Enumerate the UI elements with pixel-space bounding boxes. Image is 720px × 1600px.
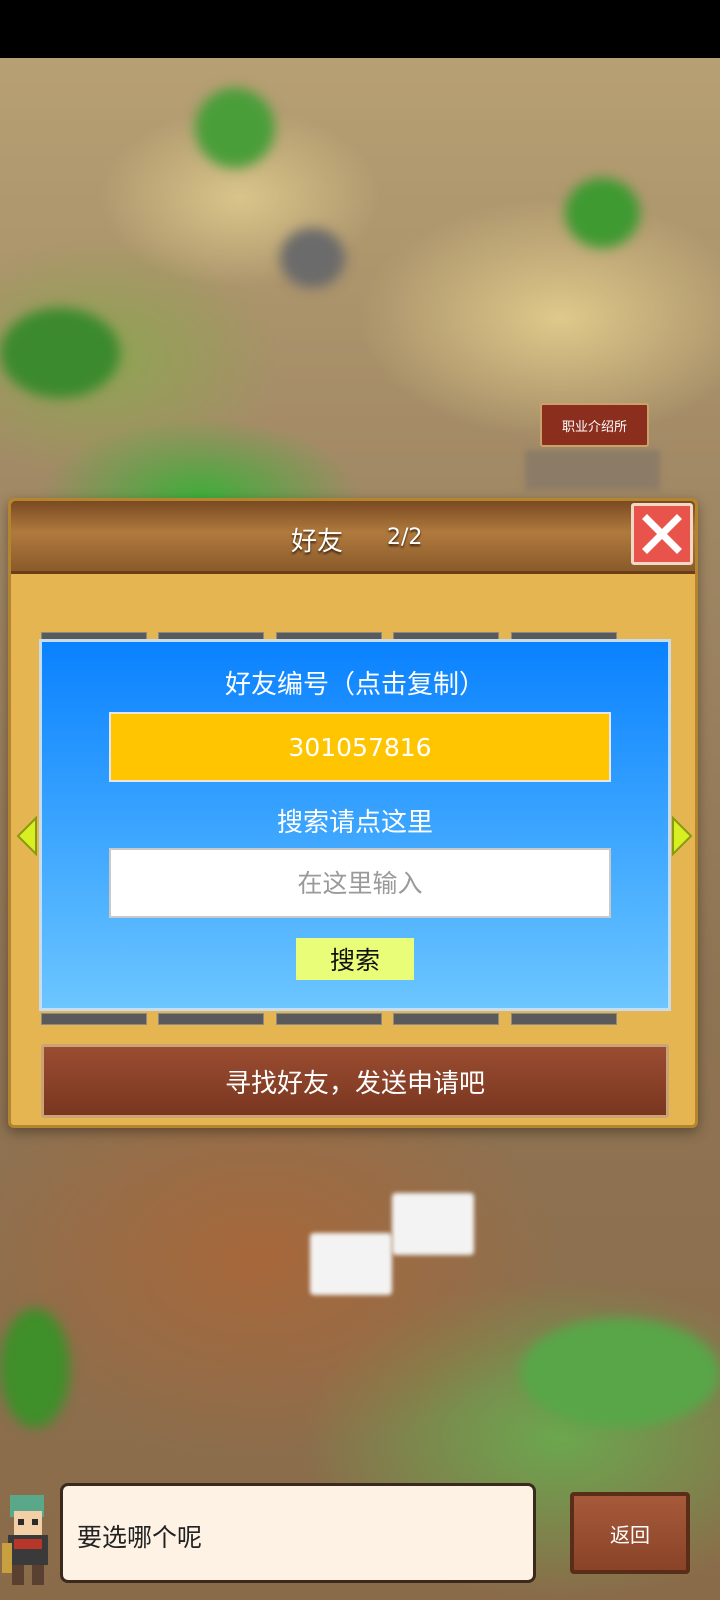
tree: [195, 88, 275, 168]
speech-bubble: 要选哪个呢: [60, 1483, 536, 1583]
field-marker: [310, 1233, 392, 1295]
friend-dialog: 好友 2/2 好友编号（点击复制） 301057816 搜索请点这里 搜索 寻找…: [8, 498, 698, 1128]
slot-row-bottom: [41, 1013, 673, 1025]
friend-slot: [158, 1013, 264, 1025]
job-office-sign: 职业介绍所: [540, 403, 649, 447]
dialog-header: 好友 2/2: [11, 501, 695, 574]
speech-text: 要选哪个呢: [77, 1523, 203, 1552]
friend-slot: [41, 1013, 147, 1025]
friend-slot: [276, 1013, 382, 1025]
field-marker: [392, 1193, 474, 1255]
dialog-title: 好友: [291, 527, 344, 557]
find-friends-button[interactable]: 寻找好友，发送申请吧: [41, 1044, 669, 1118]
back-button[interactable]: 返回: [570, 1492, 690, 1574]
tree: [565, 178, 640, 248]
arrow-right-icon[interactable]: [671, 816, 693, 856]
character-avatar-icon: [2, 1495, 48, 1585]
close-button[interactable]: [631, 503, 693, 565]
bush: [520, 1318, 720, 1428]
status-bar: [0, 0, 720, 58]
friend-count: 2/2: [387, 525, 423, 550]
friend-id-panel: 好友编号（点击复制） 301057816 搜索请点这里 搜索: [39, 639, 671, 1011]
friend-slot: [511, 1013, 617, 1025]
arrow-left-icon[interactable]: [16, 816, 38, 856]
close-icon: [642, 514, 682, 554]
friend-id-label: 好友编号（点击复制）: [224, 670, 485, 700]
search-button[interactable]: 搜索: [296, 938, 414, 980]
friend-id-copy-box[interactable]: 301057816: [109, 712, 611, 782]
grass-patch: [0, 308, 120, 398]
friend-slot: [393, 1013, 499, 1025]
building-base: [525, 450, 660, 490]
bush: [0, 1308, 70, 1428]
search-label: 搜索请点这里: [276, 808, 433, 838]
search-input[interactable]: [109, 848, 611, 918]
rock: [280, 228, 345, 288]
